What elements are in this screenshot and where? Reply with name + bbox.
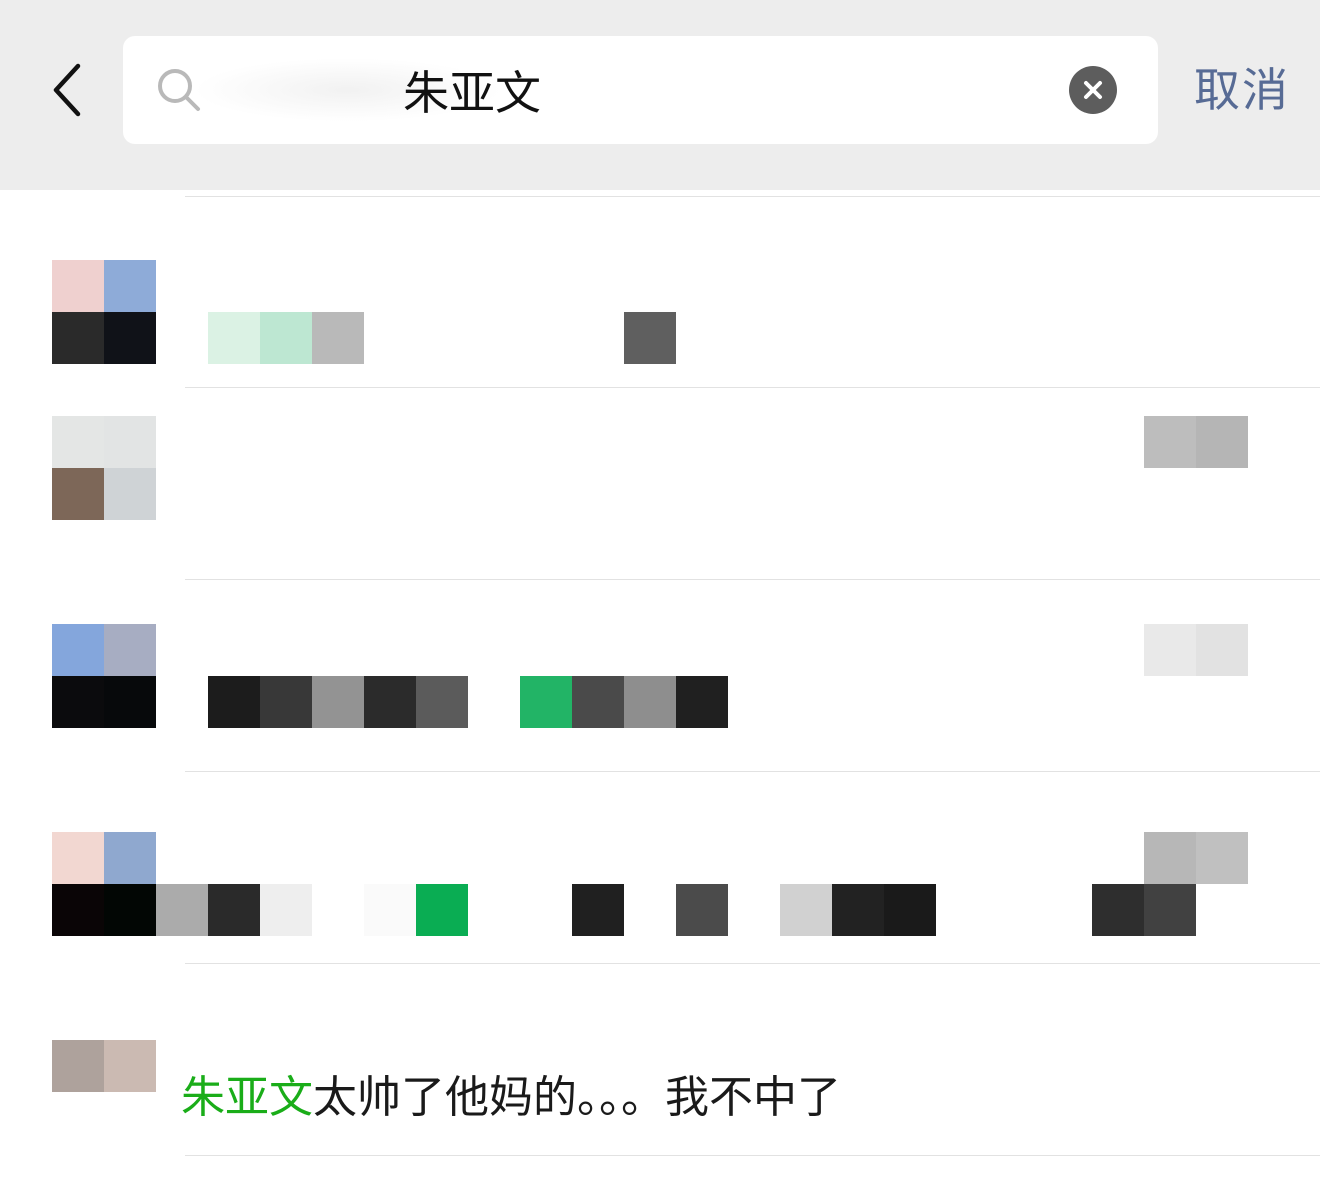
divider — [185, 771, 1320, 772]
match-highlight: 朱亚文 — [181, 1072, 313, 1123]
back-button[interactable] — [40, 58, 96, 122]
search-input[interactable] — [403, 62, 1043, 118]
divider — [185, 387, 1320, 388]
message-text: 太帅了他妈的。。。我不中了 — [313, 1072, 841, 1123]
chevron-left-icon — [53, 63, 81, 117]
search-header: 取消 — [0, 0, 1320, 190]
divider — [185, 196, 1320, 197]
clear-circle-icon — [1084, 81, 1102, 99]
result-message: 朱亚文太帅了他妈的。。。我不中了 — [181, 1066, 841, 1130]
divider — [185, 963, 1320, 964]
divider — [185, 579, 1320, 580]
clear-button[interactable] — [1069, 66, 1117, 114]
cancel-button[interactable]: 取消 — [1194, 60, 1290, 120]
search-box[interactable] — [123, 36, 1158, 144]
divider — [185, 1155, 1320, 1156]
